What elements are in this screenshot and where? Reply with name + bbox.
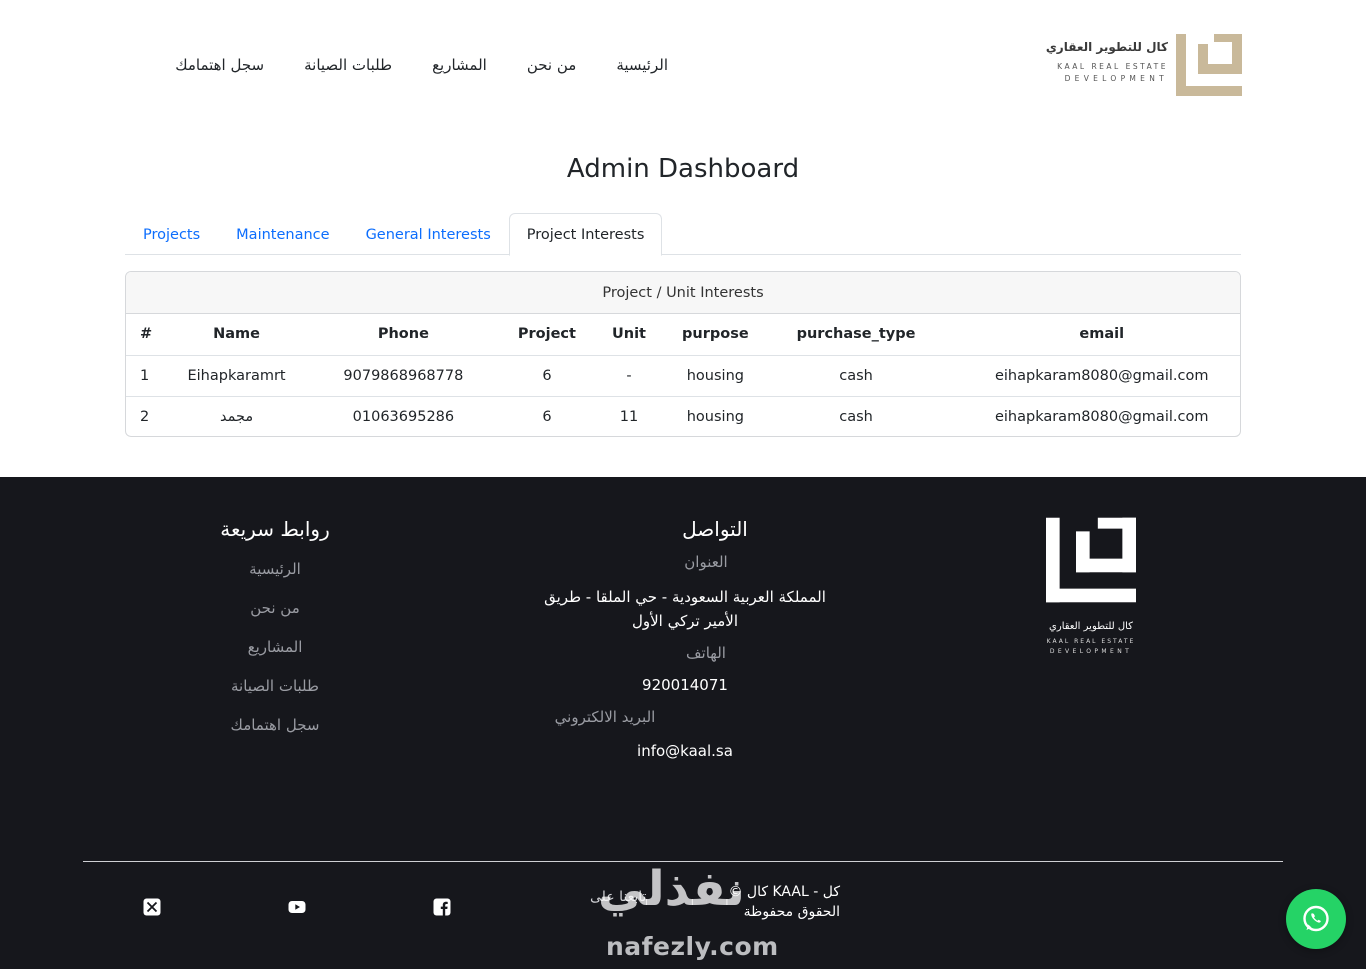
- cell-project: 6: [542, 408, 552, 425]
- cell-phone: 01063695286: [352, 408, 455, 425]
- watermark-arabic: نفذلي: [598, 861, 745, 917]
- cell-purchase-type: cash: [839, 408, 873, 425]
- facebook-icon[interactable]: [433, 898, 451, 916]
- cell-index: 1: [126, 355, 185, 397]
- cell-unit: -: [575, 355, 683, 397]
- cell-purchase-type: cash: [748, 355, 964, 397]
- footer-logo-arabic: كال للتطوير العقاري: [1049, 621, 1133, 632]
- logo-arabic-name: كال للتطوير العقاري: [1045, 40, 1168, 54]
- cell-phone: 9079868968778: [288, 355, 518, 397]
- footer-link-interest[interactable]: سجل اهتمامك: [170, 711, 380, 750]
- dashboard-tabs: Projects Maintenance General Interests P…: [125, 213, 1241, 256]
- cell-index: 2: [140, 408, 150, 425]
- col-header-phone: Phone: [288, 314, 518, 356]
- footer-link-home[interactable]: الرئيسية: [170, 555, 380, 594]
- cell-email: eihapkaram8080@gmail.com: [963, 355, 1240, 397]
- footer-link-maintenance[interactable]: طلبات الصيانة: [170, 672, 380, 711]
- col-header-email: email: [963, 314, 1240, 356]
- cell-purpose: housing: [686, 408, 744, 425]
- cell-email: eihapkaram8080@gmail.com: [994, 408, 1209, 425]
- youtube-icon[interactable]: [288, 898, 306, 916]
- email-label: البريد الالكتروني: [554, 708, 656, 726]
- site-footer: روابط سريعة الرئيسية من نحن المشاريع طلب…: [0, 477, 1366, 969]
- footer-logo-english-line2: DEVELOPMENT: [1049, 648, 1133, 655]
- cell-name: Eihapkaramrt: [184, 355, 289, 397]
- watermark-latin: nafezly.com: [606, 932, 779, 961]
- contact-title: التواصل: [682, 517, 748, 541]
- address-value: المملكة العربية السعودية - حي الملقا - ط…: [544, 588, 826, 630]
- footer-link-projects[interactable]: المشاريع: [170, 633, 380, 672]
- cell-project: 6: [517, 355, 576, 397]
- logo-english-line1: KAAL REAL ESTATE: [1057, 62, 1168, 71]
- interests-table: # Name Phone Project Unit purpose purcha…: [126, 314, 1240, 436]
- table-row: 2 مجمد 01063695286 6 11 housing cash eih…: [126, 396, 1240, 436]
- col-header-unit: Unit: [575, 314, 683, 356]
- nav-register-interest[interactable]: سجل اهتمامك: [175, 56, 264, 74]
- col-header-name: Name: [184, 314, 289, 356]
- tab-projects[interactable]: Projects: [125, 213, 218, 255]
- tab-general-interests[interactable]: General Interests: [348, 213, 509, 255]
- address-label: العنوان: [684, 553, 728, 571]
- footer-quick-links: روابط سريعة الرئيسية من نحن المشاريع طلب…: [170, 517, 380, 750]
- whatsapp-button[interactable]: [1286, 889, 1346, 949]
- site-logo[interactable]: كال للتطوير العقاري KAAL REAL ESTATE DEV…: [1046, 34, 1242, 98]
- cell-name: مجمد: [219, 408, 254, 425]
- site-header: الرئيسية من نحن المشاريع طلبات الصيانة س…: [0, 0, 1366, 135]
- whatsapp-icon: [1303, 905, 1329, 932]
- project-interests-card: Project / Unit Interests # Name Phone Pr…: [125, 271, 1241, 437]
- col-header-purpose: purpose: [682, 314, 749, 356]
- footer-logo: كال للتطوير العقاري KAAL REAL ESTATE DEV…: [1036, 517, 1146, 655]
- kaal-logo-mark-icon: [1176, 34, 1242, 96]
- main-nav: الرئيسية من نحن المشاريع طلبات الصيانة س…: [175, 56, 668, 74]
- col-header-index: #: [126, 314, 185, 356]
- tab-maintenance[interactable]: Maintenance: [218, 213, 347, 255]
- table-header-row: # Name Phone Project Unit purpose purcha…: [126, 314, 1240, 356]
- col-header-project: Project: [517, 314, 576, 356]
- col-header-purchase-type: purchase_type: [748, 314, 964, 356]
- footer-contact: التواصل العنوان المملكة العربية السعودية…: [470, 517, 900, 760]
- nav-home[interactable]: الرئيسية: [616, 56, 668, 74]
- phone-value: 920014071: [642, 676, 728, 694]
- quick-links-title: روابط سريعة: [220, 517, 330, 541]
- footer-link-about[interactable]: من نحن: [170, 594, 380, 633]
- email-value[interactable]: info@kaal.sa: [470, 742, 900, 760]
- cell-purpose: housing: [682, 355, 749, 397]
- cell-unit: 11: [619, 408, 639, 425]
- nav-maintenance-requests[interactable]: طلبات الصيانة: [304, 56, 392, 74]
- page-title: Admin Dashboard: [566, 154, 800, 184]
- kaal-logo-mark-icon: [1046, 517, 1136, 603]
- phone-label: الهاتف: [686, 644, 726, 662]
- footer-logo-english-line1: KAAL REAL ESTATE: [1046, 638, 1136, 645]
- nav-projects[interactable]: المشاريع: [432, 56, 487, 74]
- table-row: 1 Eihapkaramrt 9079868968778 6 - housing…: [126, 355, 1240, 397]
- logo-english-line2: DEVELOPMENT: [1064, 74, 1168, 83]
- tab-project-interests[interactable]: Project Interests: [508, 213, 663, 256]
- nav-about[interactable]: من نحن: [527, 56, 577, 74]
- card-title: Project / Unit Interests: [126, 272, 1240, 314]
- x-icon[interactable]: [143, 898, 161, 916]
